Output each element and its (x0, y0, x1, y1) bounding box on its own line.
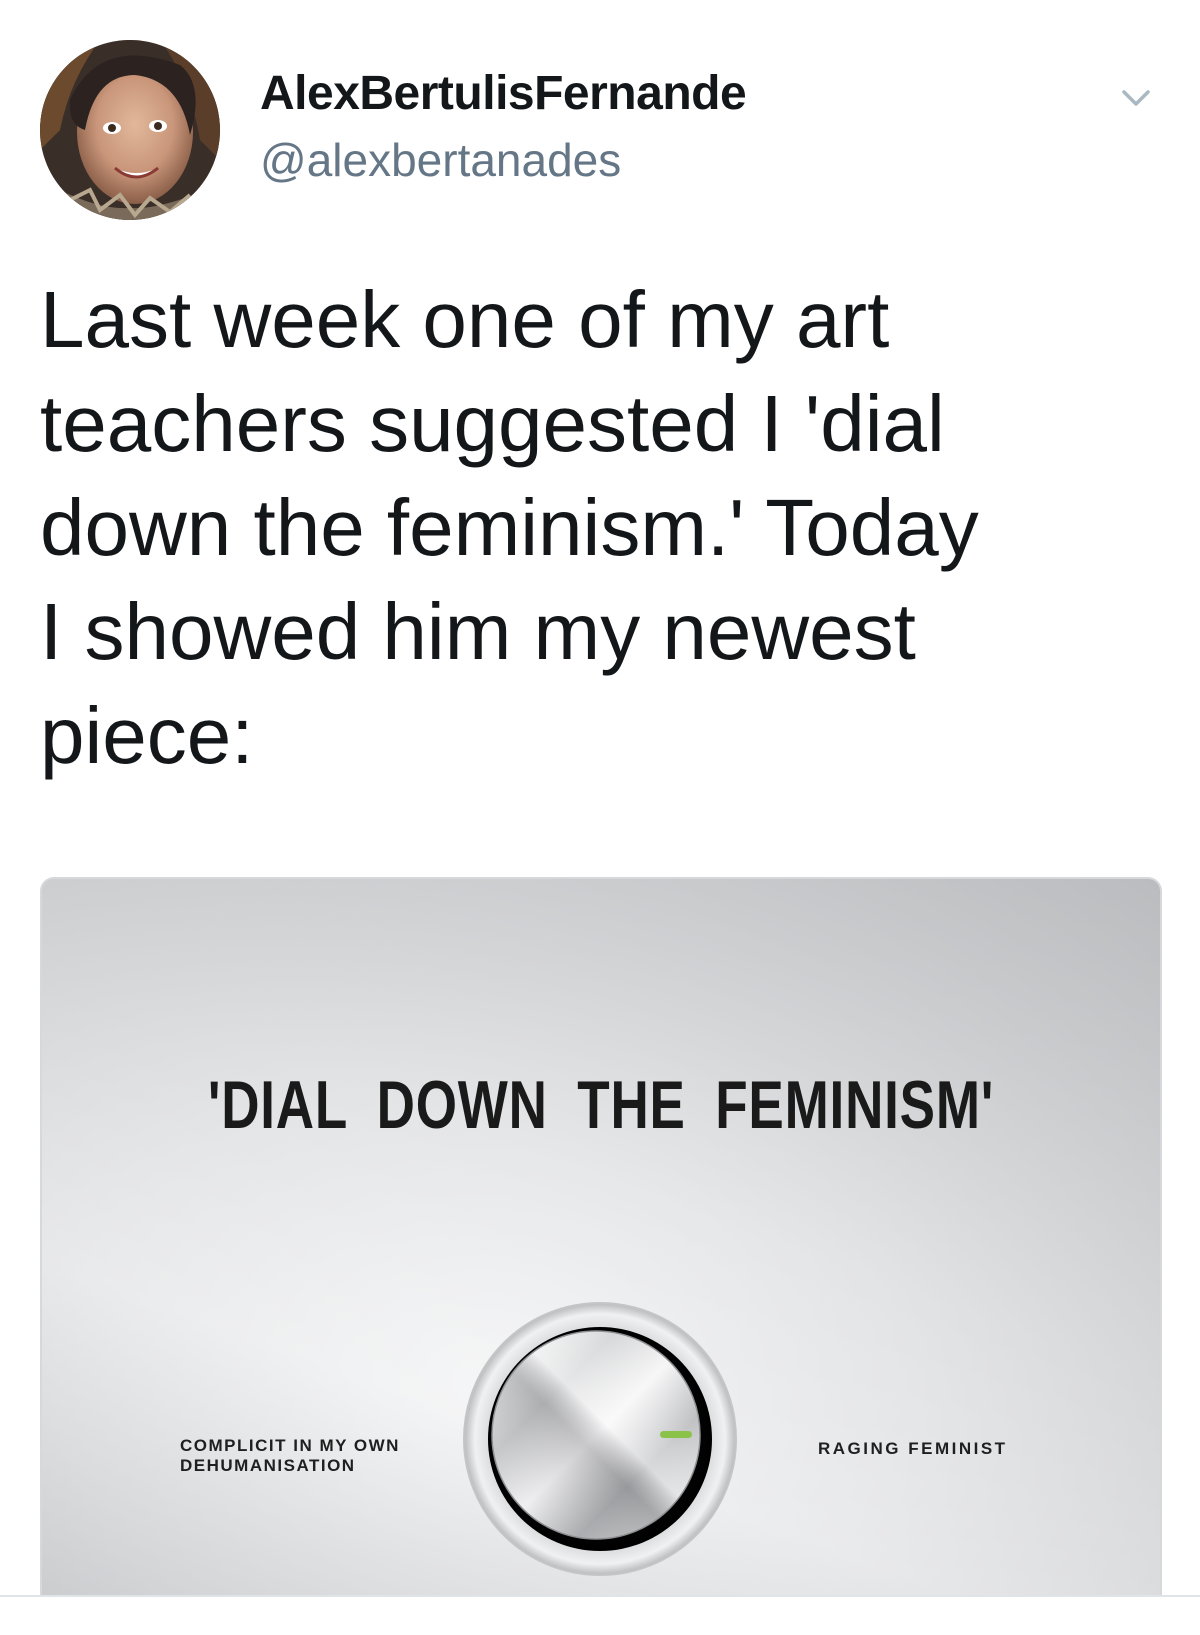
tweet-text: Last week one of my art teachers suggest… (40, 275, 979, 780)
profile-photo-icon (40, 40, 220, 220)
artwork-title: 'DIAL DOWN THE FEMINISM' (207, 1067, 995, 1143)
author-names: AlexBertulisFernande @alexbertanades (260, 66, 747, 190)
avatar[interactable] (40, 40, 220, 220)
volume-knob-icon (460, 1299, 740, 1579)
tweet-media-image[interactable]: 'DIAL DOWN THE FEMINISM' COMPLICIT IN MY… (40, 877, 1162, 1597)
chevron-down-icon[interactable] (1112, 74, 1160, 122)
user-handle[interactable]: @alexbertanades (260, 130, 746, 190)
display-name[interactable]: AlexBertulisFernande (260, 66, 747, 122)
tweet-card: AlexBertulisFernande @alexbertanades Las… (0, 0, 1200, 1635)
dial-min-label: COMPLICIT IN MY OWN DEHUMANISATION (180, 1436, 400, 1475)
tweet-header: AlexBertulisFernande @alexbertanades (40, 40, 1160, 220)
dial-max-label: RAGING FEMINIST (818, 1439, 1008, 1458)
dial-indicator (660, 1431, 692, 1438)
divider (0, 1595, 1200, 1597)
